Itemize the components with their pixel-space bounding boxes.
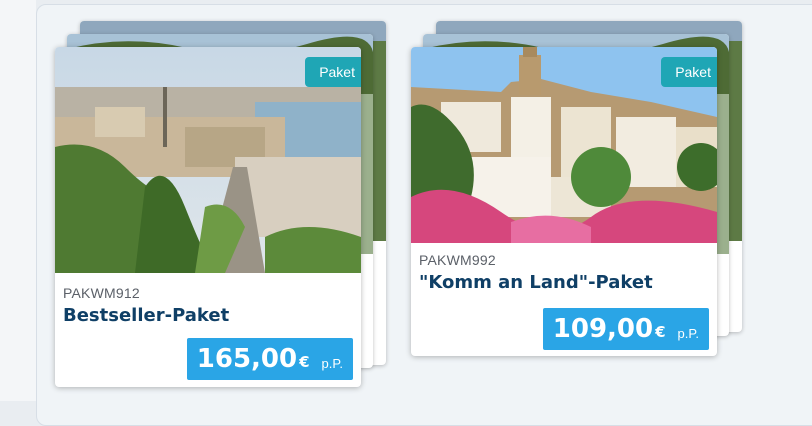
per-person-label: p.P. (321, 355, 343, 371)
package-badge: Paket (661, 57, 717, 87)
package-title[interactable]: Bestseller-Paket (63, 305, 229, 326)
currency-symbol: € (655, 323, 666, 341)
per-person-label: p.P. (677, 325, 699, 341)
price-tag: 109,00 € p.P. (542, 308, 709, 350)
currency-symbol: € (299, 353, 310, 371)
package-card[interactable]: Paket PAKWM912 Bestseller-Paket 165,00 €… (55, 47, 361, 387)
package-card[interactable]: Paket PAKWM992 "Komm an Land"-Paket 109,… (411, 47, 717, 356)
package-badge: Paket (305, 57, 361, 87)
package-code: PAKWM992 (419, 252, 496, 268)
price-tag: 165,00 € p.P. (186, 338, 353, 380)
page-margin (0, 0, 36, 401)
package-code: PAKWM912 (63, 285, 140, 301)
price-amount: 165,00 (196, 344, 298, 374)
price-amount: 109,00 (552, 314, 654, 344)
package-title[interactable]: "Komm an Land"-Paket (419, 272, 653, 293)
